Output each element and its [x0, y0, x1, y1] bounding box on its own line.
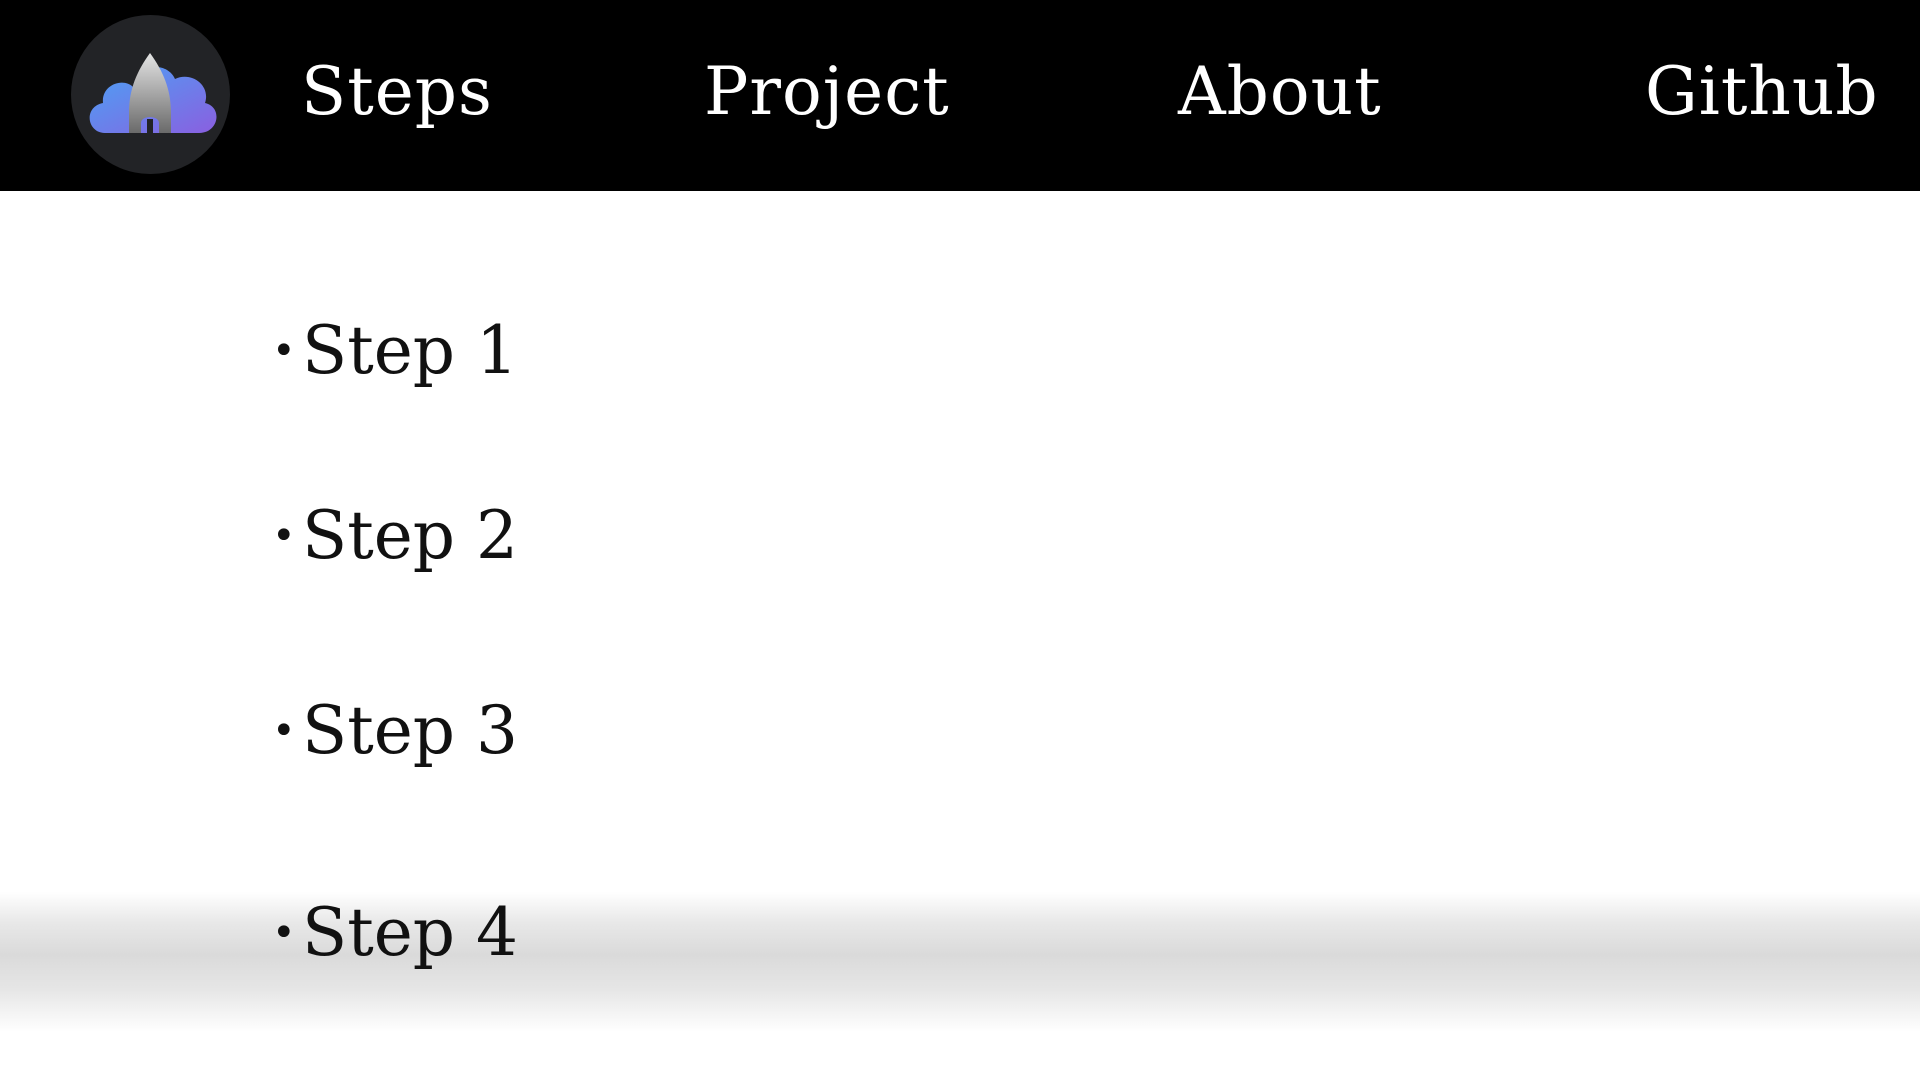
step-label: Step 4: [302, 894, 519, 971]
bullet-icon: •: [272, 328, 296, 374]
nav-link-about[interactable]: About: [1178, 50, 1382, 134]
bullet-icon: •: [272, 910, 296, 956]
nav-link-steps[interactable]: Steps: [301, 50, 493, 134]
step-label: Step 2: [302, 497, 519, 574]
bullet-icon: •: [272, 513, 296, 559]
step-label: Step 3: [302, 692, 519, 769]
step-list-item-3[interactable]: •Step 3: [272, 686, 518, 776]
nav-link-project[interactable]: Project: [704, 50, 950, 134]
cloud-rocket-icon: [89, 53, 217, 135]
bullet-icon: •: [272, 708, 296, 754]
step-label: Step 1: [302, 312, 519, 389]
logo-button[interactable]: [71, 15, 230, 174]
step-list-item-1[interactable]: •Step 1: [272, 306, 518, 396]
top-navbar: Steps Project About Github: [0, 0, 1920, 191]
step-list-item-2[interactable]: •Step 2: [272, 491, 518, 581]
step-list-item-4[interactable]: •Step 4: [272, 888, 518, 978]
nav-link-github[interactable]: Github: [1645, 50, 1879, 134]
